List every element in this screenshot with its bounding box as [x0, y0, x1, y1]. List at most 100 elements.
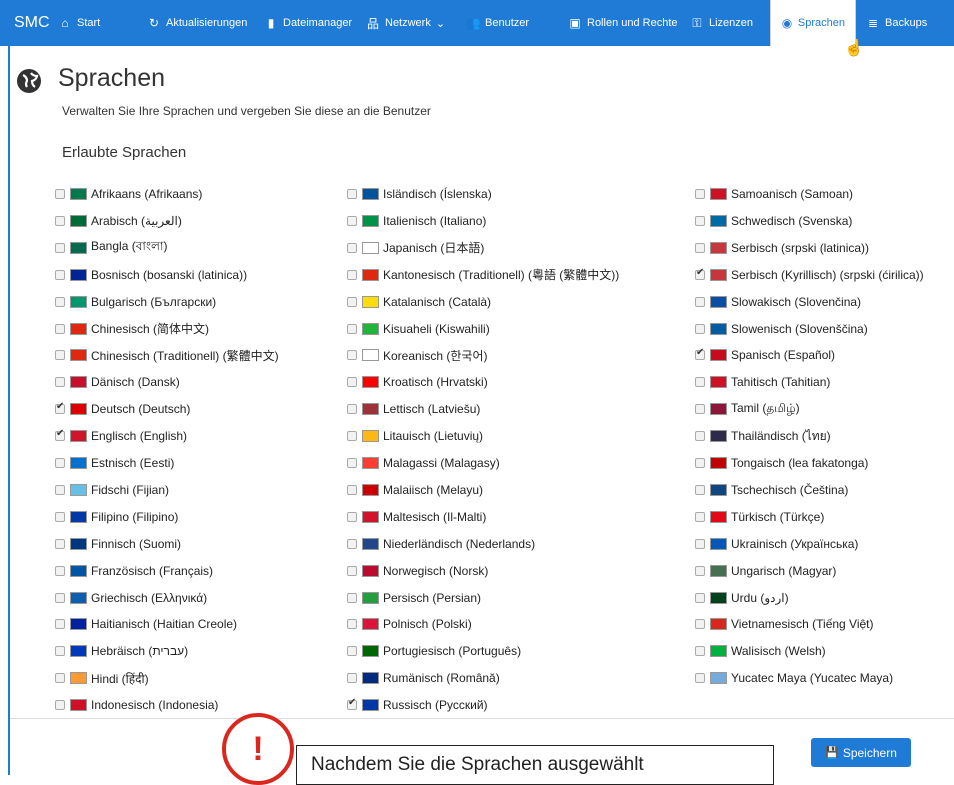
- language-checkbox[interactable]: [347, 673, 357, 684]
- language-option[interactable]: Bosnisch (bosanski (latinica)): [55, 266, 247, 284]
- language-checkbox[interactable]: [55, 296, 65, 307]
- brand-logo[interactable]: SMC: [14, 14, 50, 32]
- language-option[interactable]: Portugiesisch (Português): [347, 642, 521, 660]
- language-checkbox[interactable]: [55, 592, 65, 603]
- language-option[interactable]: Serbisch (Kyrillisch) (srpski (ćirilica)…: [695, 266, 924, 284]
- language-option[interactable]: Urdu (اردو): [695, 589, 789, 607]
- language-option[interactable]: Fidschi (Fijian): [55, 481, 169, 499]
- language-option[interactable]: Walisisch (Welsh): [695, 642, 826, 660]
- language-checkbox[interactable]: [695, 242, 705, 253]
- language-option[interactable]: Russisch (Русский): [347, 696, 488, 714]
- language-option[interactable]: Samoanisch (Samoan): [695, 185, 853, 203]
- language-checkbox[interactable]: [695, 347, 705, 361]
- language-checkbox[interactable]: [695, 189, 705, 199]
- language-checkbox[interactable]: [695, 215, 705, 226]
- language-checkbox[interactable]: [347, 377, 357, 388]
- language-option[interactable]: Chinesisch (简体中文): [55, 320, 209, 338]
- language-checkbox[interactable]: [347, 431, 357, 442]
- language-option[interactable]: Dänisch (Dansk): [55, 373, 180, 391]
- language-checkbox[interactable]: [695, 484, 705, 495]
- language-option[interactable]: Yucatec Maya (Yucatec Maya): [695, 669, 893, 687]
- language-checkbox[interactable]: [695, 673, 705, 684]
- nav-item-backups[interactable]: ≣ Backups: [866, 0, 927, 46]
- language-checkbox[interactable]: [347, 484, 357, 495]
- language-option[interactable]: Finnisch (Suomi): [55, 535, 181, 553]
- language-checkbox[interactable]: [347, 189, 357, 199]
- language-option[interactable]: Malaiisch (Melayu): [347, 481, 483, 499]
- language-checkbox[interactable]: [55, 565, 65, 576]
- language-checkbox[interactable]: [55, 401, 65, 415]
- language-checkbox[interactable]: [695, 296, 705, 307]
- language-checkbox[interactable]: [55, 269, 65, 280]
- language-option[interactable]: Tamil (தமிழ்): [695, 400, 800, 418]
- language-checkbox[interactable]: [695, 565, 705, 576]
- language-option[interactable]: Chinesisch (Traditionell) (繁體中文): [55, 346, 279, 364]
- language-checkbox[interactable]: [55, 215, 65, 226]
- language-option[interactable]: Isländisch (Íslenska): [347, 185, 492, 203]
- language-checkbox[interactable]: [347, 404, 357, 415]
- language-checkbox[interactable]: [695, 431, 705, 442]
- language-checkbox[interactable]: [347, 215, 357, 226]
- language-checkbox[interactable]: [55, 323, 65, 334]
- language-checkbox[interactable]: [347, 592, 357, 603]
- language-checkbox[interactable]: [55, 619, 65, 630]
- language-checkbox[interactable]: [55, 189, 65, 199]
- language-checkbox[interactable]: [347, 350, 357, 361]
- language-checkbox[interactable]: [347, 458, 357, 468]
- language-option[interactable]: Lettisch (Latviešu): [347, 400, 480, 418]
- language-option[interactable]: Norwegisch (Norsk): [347, 562, 488, 580]
- language-checkbox[interactable]: [347, 323, 357, 334]
- nav-item-start[interactable]: ⌂ Start: [58, 0, 100, 46]
- language-option[interactable]: Rumänisch (Română): [347, 669, 500, 687]
- language-option[interactable]: Französisch (Français): [55, 562, 213, 580]
- language-checkbox[interactable]: [55, 700, 65, 711]
- language-checkbox[interactable]: [55, 538, 65, 549]
- language-checkbox[interactable]: [347, 646, 357, 657]
- language-checkbox[interactable]: [695, 458, 705, 468]
- language-checkbox[interactable]: [695, 323, 705, 334]
- language-checkbox[interactable]: [695, 267, 705, 280]
- language-option[interactable]: Ungarisch (Magyar): [695, 562, 836, 580]
- language-option[interactable]: Slowenisch (Slovenščina): [695, 320, 868, 338]
- language-checkbox[interactable]: [55, 511, 65, 522]
- language-checkbox[interactable]: [347, 565, 357, 576]
- language-checkbox[interactable]: [55, 377, 65, 388]
- language-option[interactable]: Indonesisch (Indonesia): [55, 696, 218, 714]
- language-option[interactable]: Kantonesisch (Traditionell) (粵語 (繁體中文)): [347, 266, 619, 284]
- language-option[interactable]: Tschechisch (Čeština): [695, 481, 848, 499]
- language-option[interactable]: Litauisch (Lietuvių): [347, 427, 483, 445]
- language-checkbox[interactable]: [347, 538, 357, 549]
- language-option[interactable]: Filipino (Filipino): [55, 508, 178, 526]
- language-option[interactable]: Thailändisch (ไทย): [695, 427, 831, 445]
- language-checkbox[interactable]: [55, 458, 65, 468]
- language-checkbox[interactable]: [695, 511, 705, 522]
- language-option[interactable]: Katalanisch (Català): [347, 293, 491, 311]
- language-option[interactable]: Schwedisch (Svenska): [695, 212, 852, 230]
- language-option[interactable]: Englisch (English): [55, 427, 187, 445]
- language-option[interactable]: Japanisch (日本語): [347, 239, 484, 257]
- language-checkbox[interactable]: [347, 296, 357, 307]
- language-option[interactable]: Türkisch (Türkçe): [695, 508, 824, 526]
- language-option[interactable]: Koreanisch (한국어): [347, 346, 487, 364]
- language-checkbox[interactable]: [347, 511, 357, 522]
- language-option[interactable]: Tongaisch (lea fakatonga): [695, 454, 868, 472]
- save-button[interactable]: 💾 Speichern: [811, 738, 911, 767]
- language-option[interactable]: Vietnamesisch (Tiếng Việt): [695, 615, 874, 633]
- language-checkbox[interactable]: [347, 619, 357, 630]
- language-option[interactable]: Slowakisch (Slovenčina): [695, 293, 861, 311]
- language-checkbox[interactable]: [55, 646, 65, 657]
- nav-item-aktualisierungen[interactable]: ↻ Aktualisierungen: [147, 0, 247, 46]
- language-checkbox[interactable]: [55, 673, 65, 684]
- language-option[interactable]: Niederländisch (Nederlands): [347, 535, 535, 553]
- language-checkbox[interactable]: [347, 269, 357, 280]
- language-option[interactable]: Haitianisch (Haitian Creole): [55, 615, 237, 633]
- language-option[interactable]: Spanisch (Español): [695, 346, 835, 364]
- language-checkbox[interactable]: [55, 484, 65, 495]
- language-option[interactable]: Afrikaans (Afrikaans): [55, 185, 202, 203]
- language-checkbox[interactable]: [347, 697, 357, 711]
- language-option[interactable]: Estnisch (Eesti): [55, 454, 174, 472]
- language-checkbox[interactable]: [695, 646, 705, 657]
- language-option[interactable]: Polnisch (Polski): [347, 615, 472, 633]
- nav-item-rollen-und-rechte[interactable]: ▣ Rollen und Rechte: [568, 0, 677, 46]
- language-option[interactable]: Maltesisch (Il-Malti): [347, 508, 486, 526]
